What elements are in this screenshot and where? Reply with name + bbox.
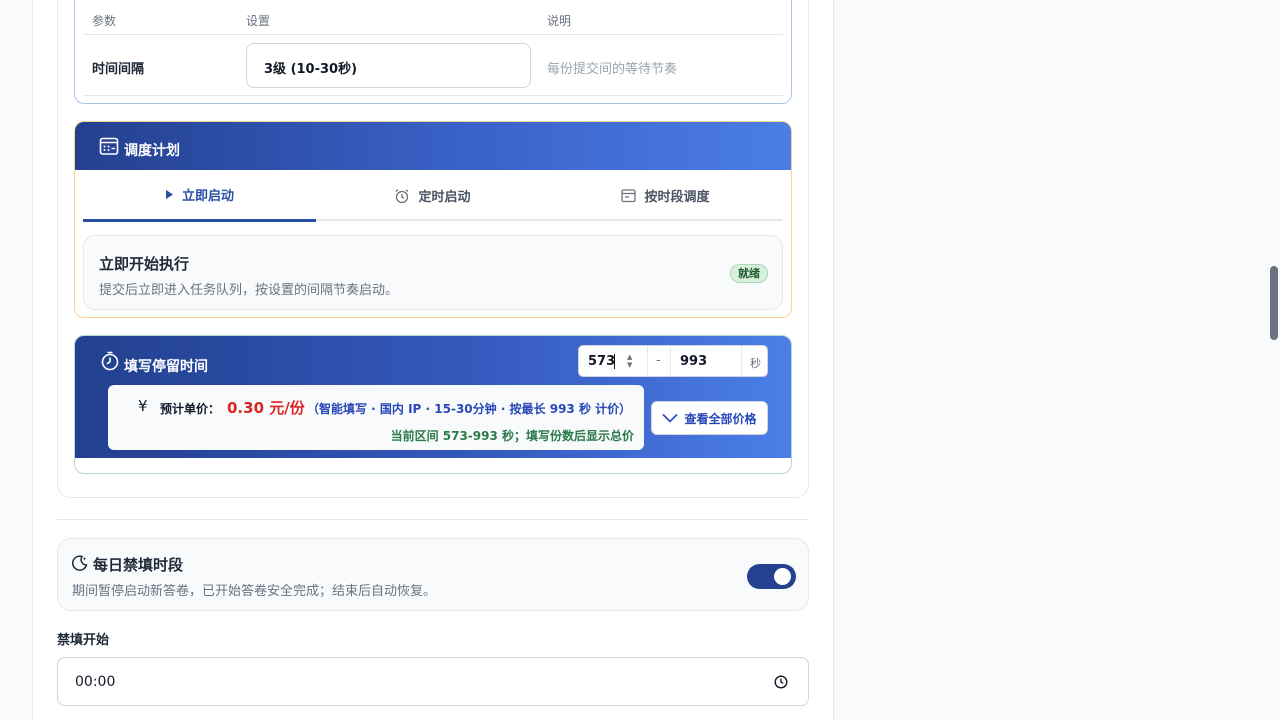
- quiet-hours-desc: 期间暂停启动新答卷，已开始答卷安全完成；结束后自动恢复。: [72, 584, 437, 599]
- stopwatch-icon: [101, 351, 119, 371]
- tab-label: 立即启动: [181, 189, 234, 204]
- divider: [670, 346, 671, 376]
- play-icon: [165, 190, 173, 199]
- quiet-start-value: 00:00: [75, 674, 116, 690]
- tab-by-period[interactable]: 按时段调度: [549, 170, 782, 221]
- schedule-card: 调度计划 立即启动 定时启动 按时段调度 立即开始执行 提交后立即进入任务队列，…: [74, 121, 792, 318]
- price-note: （智能填写 · 国内 IP · 15-30分钟 · 按最长 993 秒 计价）: [307, 402, 632, 416]
- yen-icon: ¥: [138, 397, 148, 415]
- view-all-label: 查看全部价格: [684, 411, 757, 426]
- dwell-range: 573 ▲ ▼ - 993 秒: [578, 345, 768, 377]
- dwell-title: 填写停留时间: [124, 359, 208, 375]
- status-badge: 就绪: [730, 264, 768, 283]
- price-value: 0.30 元/份: [227, 399, 305, 417]
- page: 参数 设置 说明 时间间隔 3级 (10-30秒) 每份提交间的等待节奏 调度计…: [0, 0, 1280, 720]
- quiet-start-input[interactable]: 00:00: [57, 657, 809, 706]
- immediate-panel: 立即开始执行 提交后立即进入任务队列，按设置的间隔节奏启动。 就绪: [83, 235, 783, 310]
- dwell-min-input[interactable]: 573: [588, 354, 615, 369]
- header-setting: 设置: [246, 14, 271, 28]
- alarm-clock-icon: [396, 188, 409, 203]
- dwell-header: 填写停留时间 573 ▲ ▼ - 993 秒 ¥ 预计单价： 0.30 元/份 （…: [75, 336, 791, 458]
- calendar-icon: [621, 189, 637, 203]
- divider: [741, 346, 742, 376]
- quiet-start-label: 禁填开始: [57, 633, 110, 648]
- interval-select[interactable]: 3级 (10-30秒): [246, 43, 531, 88]
- schedule-tabs: 立即启动 定时启动 按时段调度: [83, 170, 783, 222]
- panel-desc: 提交后立即进入任务队列，按设置的间隔节奏启动。: [99, 283, 399, 298]
- price-label: 预计单价：: [160, 402, 221, 416]
- stepper-icon[interactable]: ▲ ▼: [627, 353, 632, 369]
- param-desc: 每份提交间的等待节奏: [547, 62, 678, 77]
- divider: [647, 346, 648, 376]
- text-caret: [614, 354, 615, 369]
- dwell-card: 填写停留时间 573 ▲ ▼ - 993 秒 ¥ 预计单价： 0.30 元/份 （…: [74, 335, 792, 474]
- toggle-knob: [774, 568, 791, 585]
- tab-label: 按时段调度: [644, 190, 710, 205]
- scrollbar-thumb[interactable]: [1270, 266, 1278, 340]
- quiet-hours-title: 每日禁填时段: [93, 556, 184, 574]
- param-table: 参数 设置 说明 时间间隔 3级 (10-30秒) 每份提交间的等待节奏: [74, 0, 792, 104]
- range-separator: -: [656, 353, 661, 368]
- section-divider: [57, 519, 809, 520]
- tab-scheduled[interactable]: 定时启动: [316, 170, 549, 221]
- moon-icon: [72, 555, 88, 571]
- header-param: 参数: [92, 14, 117, 28]
- tab-immediate[interactable]: 立即启动: [83, 170, 316, 222]
- chevron-down-icon: [662, 413, 679, 423]
- schedule-title: 调度计划: [124, 143, 180, 159]
- dwell-unit: 秒: [750, 357, 761, 370]
- price-estimate: ¥ 预计单价： 0.30 元/份 （智能填写 · 国内 IP · 15-30分钟…: [108, 385, 644, 450]
- tab-label: 定时启动: [418, 190, 471, 205]
- clock-icon[interactable]: [774, 675, 788, 689]
- quiet-hours-card: 每日禁填时段 期间暂停启动新答卷，已开始答卷安全完成；结束后自动恢复。: [57, 538, 809, 611]
- header-desc: 说明: [547, 14, 572, 28]
- schedule-header: 调度计划: [75, 122, 791, 170]
- dwell-max-input[interactable]: 993: [680, 354, 707, 369]
- view-all-prices-button[interactable]: 查看全部价格: [651, 401, 768, 435]
- param-table-header: 参数 设置 说明: [83, 0, 783, 35]
- schedule-icon: [99, 137, 119, 155]
- param-name: 时间间隔: [92, 62, 145, 77]
- table-row: 时间间隔 3级 (10-30秒) 每份提交间的等待节奏: [83, 35, 783, 96]
- panel-title: 立即开始执行: [99, 255, 190, 273]
- range-note: 当前区间 573-993 秒；填写份数后显示总价: [390, 429, 634, 443]
- quiet-hours-toggle[interactable]: [747, 564, 796, 589]
